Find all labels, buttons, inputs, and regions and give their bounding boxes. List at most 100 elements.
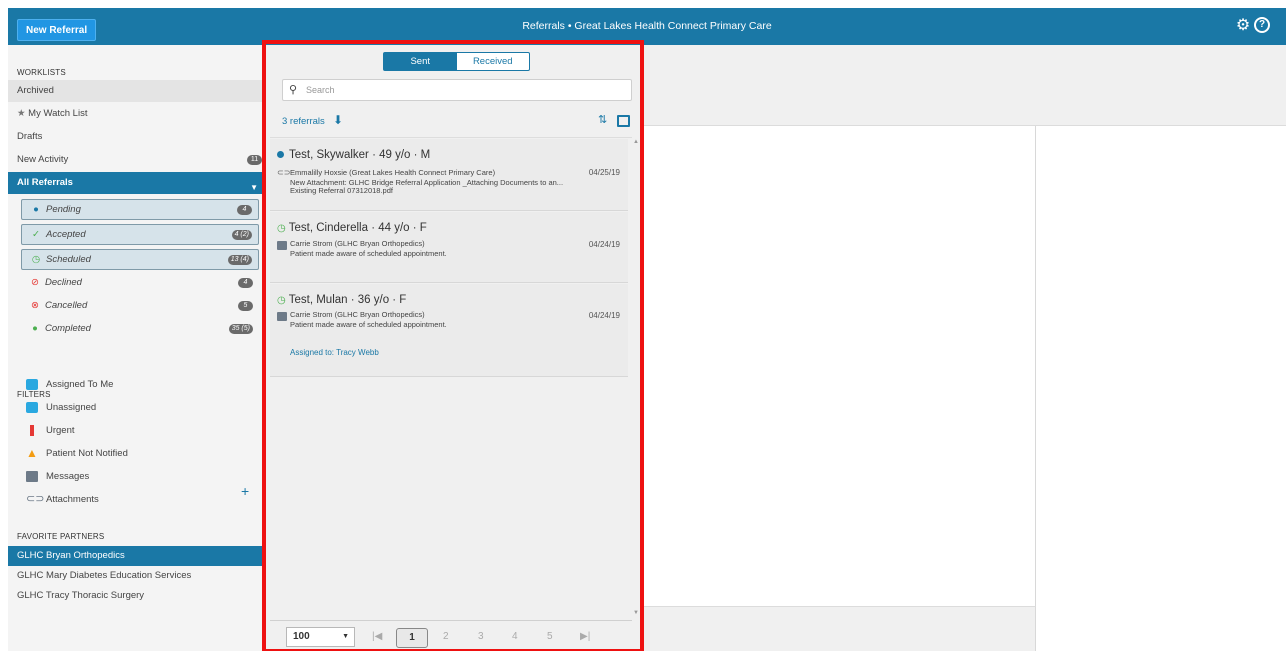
status-pending[interactable]: ● Pending 4 [21,199,259,220]
referral-card[interactable]: ◷ Test, Mulan · 36 y/o · F Carrie Strom (… [270,284,628,377]
filter-urgent[interactable]: Urgent [17,420,257,442]
sidebar-item-drafts[interactable]: Drafts [8,126,270,148]
filter-label: Unassigned [46,402,97,413]
page-current[interactable]: 1 [396,628,428,648]
referral-date: 04/24/19 [588,311,620,320]
activity-text: Patient made aware of scheduled appointm… [290,249,447,258]
referral-card[interactable]: Test, Skywalker · 49 y/o · M ⊂⊃ Emmalill… [270,139,628,211]
referral-from: Emmalilly Hoxsie (Great Lakes Health Con… [290,168,496,177]
clock-icon: ◷ [31,254,41,265]
status-scheduled[interactable]: ◷ Scheduled 13 (4) [21,249,259,270]
scroll-up-icon[interactable]: ▲ [633,139,639,145]
clock-icon: ◷ [277,295,286,306]
page-size-value: 100 [293,631,310,642]
chevron-down-icon: ▼ [250,183,258,192]
count-badge: 5 [238,301,253,311]
page-link[interactable]: 3 [478,631,484,642]
expand-view-icon[interactable] [617,115,630,127]
sidebar-item-archived[interactable]: Archived [8,80,270,102]
first-page-icon[interactable]: |◀ [372,631,382,642]
status-declined[interactable]: ⊘ Declined 4 [21,273,259,294]
worklists-heading: WORKLISTS [17,68,66,77]
assigned-to-link[interactable]: Assigned to: Tracy Webb [290,348,379,357]
completed-check-icon: ● [32,323,38,334]
page-size-select[interactable]: 100 ▼ [286,627,355,647]
status-cancelled[interactable]: ⊗ Cancelled 5 [21,296,259,317]
filter-label: Assigned To Me [46,379,114,390]
sidebar-item-new-activity[interactable]: New Activity 11 [8,149,270,171]
chevron-down-icon: ▼ [342,633,349,640]
urgent-icon [30,424,34,436]
message-icon [277,312,287,321]
sidebar-item-label: All Referrals [17,177,73,188]
new-referral-button[interactable]: New Referral [17,19,97,41]
download-icon[interactable]: ⬇ [333,113,343,127]
referral-from: Carrie Strom (GLHC Bryan Orthopedics) [290,310,425,319]
status-label: Cancelled [45,300,88,311]
detail-pane [640,126,1036,606]
filter-label: Patient Not Notified [46,448,128,459]
count-badge: 35 (5) [228,324,253,334]
add-partner-icon[interactable]: + [241,483,249,499]
app-header: Referrals • Great Lakes Health Connect P… [8,8,1286,45]
filter-messages[interactable]: Messages [17,466,257,488]
partner-item[interactable]: GLHC Tracy Thoracic Surgery [8,586,270,606]
scroll-down-icon[interactable]: ▼ [633,610,639,616]
last-page-icon[interactable]: ▶| [580,631,590,642]
status-completed[interactable]: ● Completed 35 (5) [21,319,259,340]
sidebar-item-watch-list[interactable]: ★ My Watch List [8,103,270,125]
filter-attachments[interactable]: ⊂⊃ Attachments [17,489,257,511]
gear-icon[interactable]: ⚙ [1234,17,1252,35]
search-input[interactable] [306,82,626,98]
activity-text: Existing Referral 07312018.pdf [290,186,393,195]
assigned-user-icon [26,378,38,390]
filter-label: Attachments [46,494,99,505]
detail-toolbar [640,45,1286,126]
patient-name-text: Test, Cinderella · 44 y/o · F [288,222,427,234]
count-badge: 4 (2) [231,230,252,240]
referral-date: 04/25/19 [588,168,620,177]
patient-name: ◷ Test, Cinderella · 44 y/o · F [277,222,427,234]
tab-received[interactable]: Received [457,53,530,70]
tab-sent[interactable]: Sent [384,53,457,70]
status-accepted[interactable]: ✓ Accepted 4 (2) [21,224,259,245]
status-label: Pending [46,204,81,215]
star-icon: ★ [17,108,26,119]
pending-dot-icon: ● [33,204,39,215]
sidebar-item-all-referrals[interactable]: All Referrals ▼ [8,172,270,194]
pending-dot-icon [277,151,284,159]
checkmark-icon: ✓ [32,229,40,240]
declined-icon: ⊘ [31,277,39,288]
referral-card[interactable]: ◷ Test, Cinderella · 44 y/o · F Carrie St… [270,212,628,283]
filter-label: Urgent [46,425,75,436]
patient-name-text: Test, Mulan · 36 y/o · F [288,294,407,306]
activity-text: Patient made aware of scheduled appointm… [290,320,447,329]
sort-icon[interactable]: ⇅ [598,113,607,126]
partner-item[interactable]: GLHC Mary Diabetes Education Services [8,566,270,586]
sidebar-item-label: New Activity [17,154,69,165]
paperclip-icon: ⊂⊃ [277,168,291,177]
scrollbar[interactable] [632,137,640,617]
message-icon [277,241,287,250]
favorite-partners-heading: FAVORITE PARTNERS [17,532,105,541]
filter-patient-not-notified[interactable]: ▲ Patient Not Notified [17,443,257,465]
message-icon [26,470,38,482]
sidebar-item-label: My Watch List [28,108,88,119]
paperclip-icon: ⊂⊃ [26,492,45,505]
partner-item[interactable]: GLHC Bryan Orthopedics [8,546,270,566]
status-label: Completed [45,323,91,334]
status-label: Accepted [46,229,86,240]
detail-footer [640,606,1036,651]
status-label: Declined [45,277,82,288]
page-link[interactable]: 5 [547,631,553,642]
warning-icon: ▲ [26,445,38,460]
page-link[interactable]: 2 [443,631,449,642]
referral-date: 04/24/19 [588,240,620,249]
filter-unassigned[interactable]: Unassigned [17,397,257,419]
referral-from: Carrie Strom (GLHC Bryan Orthopedics) [290,239,425,248]
side-panel [1037,126,1286,651]
page-link[interactable]: 4 [512,631,518,642]
count-badge: 4 [237,205,252,215]
filter-assigned-to-me[interactable]: Assigned To Me [17,374,257,396]
help-icon[interactable]: ? [1254,17,1270,33]
